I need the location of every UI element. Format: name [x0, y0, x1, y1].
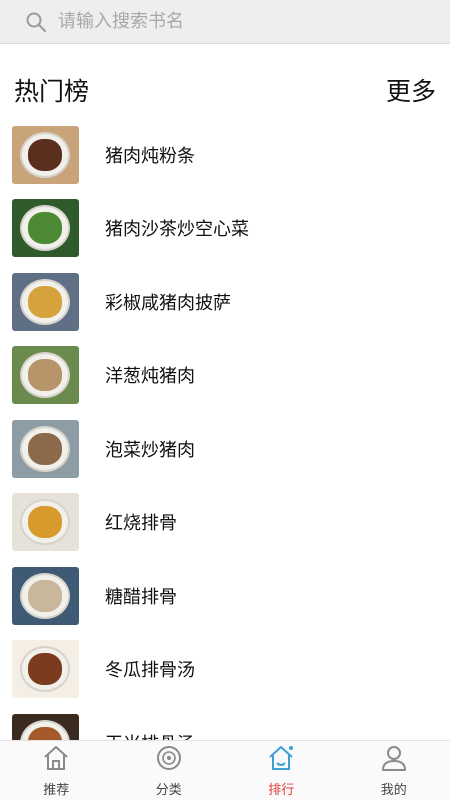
tab-label: 我的 [380, 782, 407, 798]
dish-thumbnail [12, 713, 79, 740]
dish-title: 糖醋排骨 [105, 586, 177, 608]
section-header: 热门榜 更多 [0, 70, 450, 110]
dish-title: 泡菜炒猪肉 [105, 439, 195, 461]
tab-label: 推荐 [43, 782, 70, 798]
dish-title: 猪肉炖粉条 [105, 145, 195, 167]
user-icon [379, 744, 409, 776]
dish-thumbnail [12, 566, 79, 625]
dish-thumbnail [12, 272, 79, 331]
list-item[interactable]: 冬瓜排骨汤 [0, 633, 450, 707]
list-item[interactable]: 玉米排骨汤 [0, 706, 450, 740]
dish-title: 红烧排骨 [105, 513, 177, 535]
bottom-tab-bar: 推荐 分类 排行 我的 [0, 740, 450, 800]
home-icon [41, 744, 71, 776]
more-button[interactable]: 更多 [386, 72, 436, 108]
disc-icon [154, 744, 184, 776]
dish-thumbnail [12, 493, 79, 552]
search-input[interactable] [58, 11, 418, 32]
list-item[interactable]: 糖醋排骨 [0, 559, 450, 633]
dish-title: 彩椒咸猪肉披萨 [105, 292, 231, 314]
tab-label: 分类 [155, 782, 182, 798]
ranking-list: 猪肉炖粉条猪肉沙茶炒空心菜 彩椒咸猪肉披萨 洋葱炖猪肉泡菜炒猪肉红烧排骨糖醋排骨冬瓜… [0, 118, 450, 740]
tab-user[interactable]: 我的 [338, 741, 450, 800]
dish-title: 玉米排骨汤 [105, 730, 195, 740]
list-item[interactable]: 洋葱炖猪肉 [0, 339, 450, 413]
dish-thumbnail [12, 199, 79, 258]
tab-label: 排行 [268, 782, 295, 798]
list-item[interactable]: 红烧排骨 [0, 486, 450, 560]
dish-thumbnail [12, 346, 79, 405]
list-item[interactable]: 泡菜炒猪肉 [0, 412, 450, 486]
dish-thumbnail [12, 640, 79, 699]
list-item[interactable]: 猪肉沙茶炒空心菜 [0, 192, 450, 266]
section-title: 热门榜 [14, 77, 90, 106]
rank-home-icon [266, 744, 296, 776]
search-bar[interactable] [0, 0, 450, 44]
tab-home[interactable]: 推荐 [0, 741, 113, 800]
dish-title: 猪肉沙茶炒空心菜 [105, 219, 249, 241]
dish-title: 冬瓜排骨汤 [105, 660, 195, 682]
search-icon [26, 12, 46, 32]
list-item[interactable]: 猪肉炖粉条 [0, 118, 450, 192]
tab-disc[interactable]: 分类 [113, 741, 226, 800]
dish-thumbnail [12, 125, 79, 184]
tab-rank-home[interactable]: 排行 [225, 741, 338, 800]
list-item[interactable]: 彩椒咸猪肉披萨 [0, 265, 450, 339]
dish-title: 洋葱炖猪肉 [105, 366, 195, 388]
dish-thumbnail [12, 419, 79, 478]
